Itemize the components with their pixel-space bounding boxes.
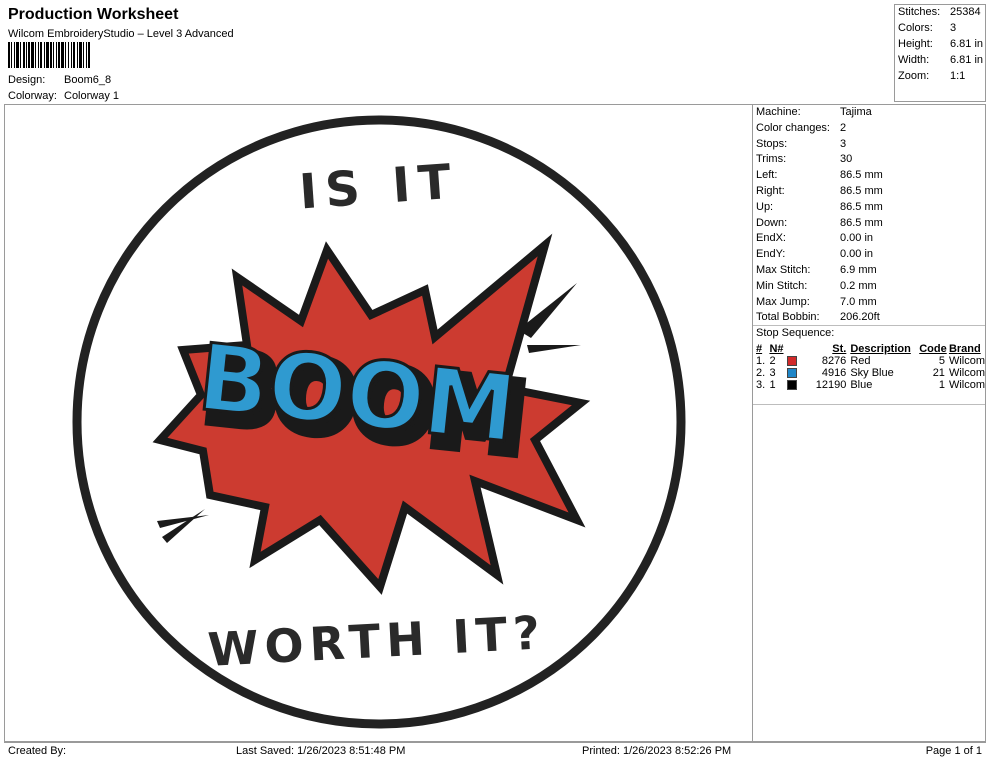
color-swatch	[787, 368, 798, 379]
stop-code: 5	[938, 355, 945, 367]
stop-needle: 2	[769, 355, 815, 367]
machine-info-label: Machine:	[756, 106, 801, 118]
machine-info-value: 86.5 mm	[840, 200, 883, 213]
machine-info-value: 86.5 mm	[840, 216, 883, 229]
machine-info-value: 206.20ft	[840, 311, 880, 324]
machine-info-value: 7.0 mm	[840, 295, 877, 308]
machine-info-label: Down:	[756, 216, 788, 229]
machine-info-label: Color changes:	[756, 121, 830, 134]
stop-st: 8276	[821, 355, 847, 367]
stop-brand: Wilcom	[948, 355, 985, 367]
machine-info-value: 3	[840, 137, 847, 150]
stop-code: 21	[932, 367, 945, 379]
machine-info-label: Max Jump:	[756, 295, 810, 308]
stop-needle-number: 1	[769, 379, 776, 391]
machine-info-value: 86.5 mm	[840, 169, 883, 182]
machine-info-value: 0.00 in	[840, 232, 874, 245]
stop-row: 3. 1 12190 Blue 1 Wilcom	[756, 379, 985, 391]
stop-needle: 3	[769, 367, 815, 379]
stop-num: 1.	[756, 355, 766, 367]
design-preview: IS IT BOOM BOOM WORTH IT?	[4, 104, 753, 742]
machine-info-label: Trims:	[756, 153, 787, 166]
color-swatch	[787, 380, 798, 391]
machine-info-label: Left:	[756, 169, 778, 182]
page-number: Page 1 of 1	[925, 745, 982, 757]
stop-code: 1	[938, 379, 945, 391]
colorway-value: Colorway 1	[64, 90, 120, 102]
header-code: Code	[919, 343, 947, 355]
footer-bar: Created By: Last Saved: 1/26/2023 8:51:4…	[4, 742, 986, 759]
header-st: St.	[832, 343, 847, 355]
stop-brand: Wilcom	[948, 379, 985, 391]
stop-sequence-table: # N# St. Description Code Brand 1. 2 8276 R…	[756, 343, 985, 391]
color-swatch	[787, 356, 798, 367]
printed-date: Printed: 1/26/2023 8:52:26 PM	[582, 745, 732, 757]
stop-desc: Blue	[850, 379, 873, 391]
stop-st: 12190	[815, 379, 847, 391]
barcode	[8, 42, 158, 68]
machine-info-value: Tajima	[840, 106, 872, 118]
stats-box: Stitches: 25384 Colors: 3 Height: 6.81 i…	[894, 4, 986, 102]
machine-info-label: EndY:	[756, 248, 786, 261]
colorway-label: Colorway:	[8, 90, 57, 102]
stop-sequence-title: Stop Sequence:	[756, 327, 835, 339]
stop-st: 4916	[821, 367, 847, 379]
worksheet-title: Production Worksheet	[8, 6, 179, 23]
machine-info-value: 6.9 mm	[840, 264, 877, 276]
machine-info-label: Max Stitch:	[756, 264, 811, 276]
top-text: IS IT	[298, 153, 461, 220]
machine-info-label: Stops:	[756, 137, 788, 150]
machine-info-value: 2	[840, 121, 847, 134]
machine-info-label: Total Bobbin:	[756, 311, 820, 324]
stop-num: 2.	[756, 367, 766, 379]
machine-info-label: EndX:	[756, 232, 786, 245]
header-n: N#	[769, 343, 784, 355]
barcode-bar	[90, 42, 91, 68]
header-num: #	[756, 343, 763, 355]
stop-desc: Red	[850, 355, 871, 367]
stop-row: 2. 3 4916 Sky Blue 21 Wilcom	[756, 367, 985, 379]
design-label: Design:	[8, 74, 46, 86]
stop-needle-number: 3	[769, 367, 776, 379]
header-brand: Brand	[948, 343, 981, 355]
machine-info-label: Up:	[756, 200, 774, 213]
machine-info-label: Right:	[756, 185, 785, 197]
created-by: Created By:	[8, 745, 67, 757]
machine-info-value: 0.00 in	[840, 248, 874, 261]
stop-needle-number: 2	[769, 355, 776, 367]
last-saved: Last Saved: 1/26/2023 8:51:48 PM	[236, 745, 406, 757]
machine-info-value: 0.2 mm	[840, 279, 877, 292]
stop-desc: Sky Blue	[850, 367, 894, 379]
stop-needle: 1	[769, 379, 815, 391]
machine-info-label: Min Stitch:	[756, 279, 808, 292]
machine-info-value: 86.5 mm	[840, 185, 883, 197]
design-value: Boom6_8	[64, 74, 112, 86]
stop-row: 1. 2 8276 Red 5 Wilcom	[756, 355, 985, 367]
machine-info-panel: Machine: Tajima Color changes: 2 Stops: 3 Trim…	[752, 104, 986, 742]
embroidery-design: IS IT BOOM BOOM WORTH IT?	[72, 115, 686, 729]
machine-info-value: 30	[840, 153, 853, 166]
software-name: Wilcom EmbroideryStudio – Level 3 Advanc…	[8, 28, 234, 40]
stop-brand: Wilcom	[948, 367, 985, 379]
header-description: Description	[850, 343, 911, 355]
stop-num: 3.	[756, 379, 766, 391]
